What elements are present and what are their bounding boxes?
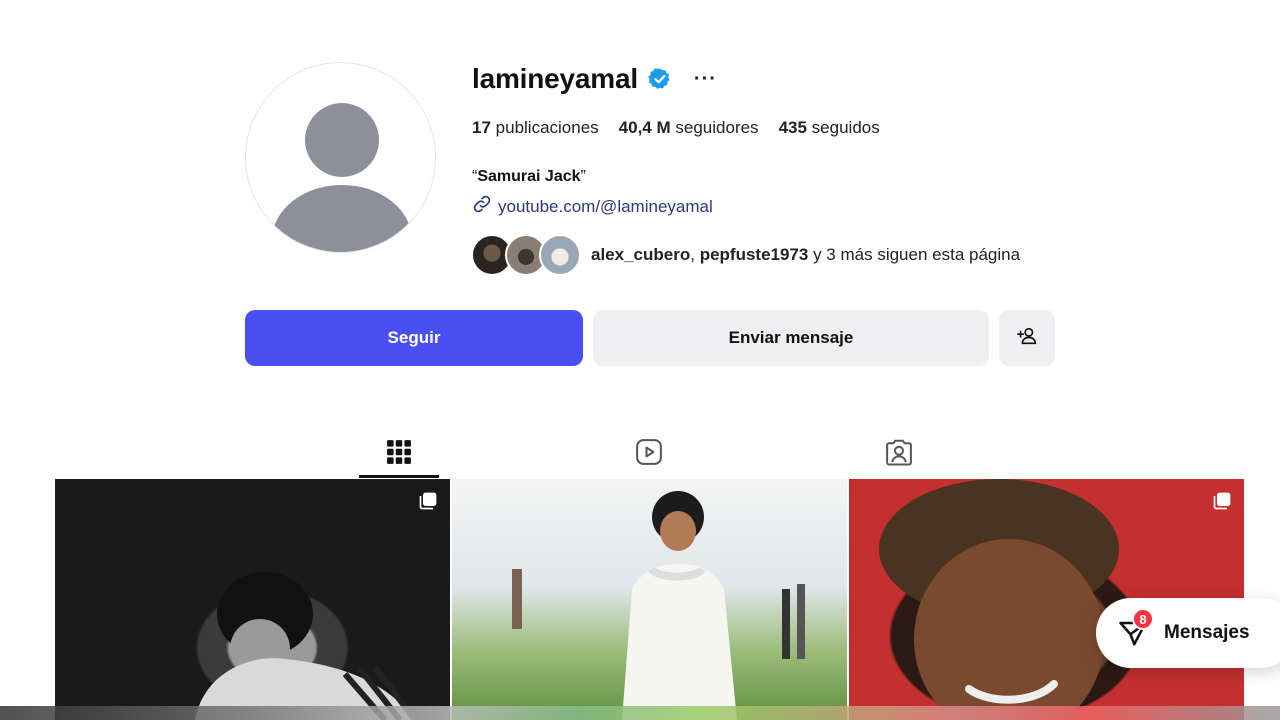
- followed-by-row[interactable]: alex_cubero, pepfuste1973 y 3 más siguen…: [471, 234, 1020, 276]
- messages-badge: 8: [1132, 608, 1154, 630]
- follower-avatar: [539, 234, 581, 276]
- profile-link[interactable]: youtube.com/@lamineyamal: [472, 194, 713, 219]
- profile-link-text: youtube.com/@lamineyamal: [498, 196, 713, 216]
- follower-name-1[interactable]: alex_cubero: [591, 245, 690, 264]
- send-message-button[interactable]: Enviar mensaje: [593, 310, 989, 366]
- follower-name-2[interactable]: pepfuste1973: [700, 245, 809, 264]
- reels-icon: [634, 437, 664, 472]
- tab-posts[interactable]: [359, 430, 439, 478]
- bio-quote-close: ”: [580, 168, 586, 185]
- messenger-icon: 8: [1118, 608, 1154, 648]
- username: lamineyamal: [472, 63, 638, 94]
- avatar-body: [272, 185, 412, 252]
- bottom-strip: [0, 706, 1280, 720]
- link-icon: [472, 194, 492, 219]
- messages-button[interactable]: 8 Mensajes: [1096, 598, 1280, 668]
- add-user-icon: [1016, 325, 1038, 352]
- verified-badge-icon: [648, 67, 672, 91]
- followed-by-separator: ,: [690, 245, 700, 264]
- follow-button[interactable]: Seguir: [245, 310, 583, 366]
- post-photo: [195, 572, 418, 720]
- posts-label: publicaciones: [495, 118, 599, 137]
- posts-grid: [55, 479, 1244, 720]
- avatar-head: [305, 103, 379, 177]
- profile-tabs: [359, 430, 939, 478]
- bio-name-text: Samurai Jack: [477, 168, 581, 185]
- tagged-icon: [884, 437, 914, 472]
- followers-stat[interactable]: 40,4 M seguidores: [619, 118, 759, 138]
- carousel-icon: [418, 491, 438, 511]
- followers-count: 40,4 M: [618, 118, 671, 137]
- followed-by-text: alex_cubero, pepfuste1973 y 3 más siguen…: [591, 245, 1020, 265]
- following-stat[interactable]: 435 seguidos: [779, 118, 880, 138]
- posts-stat: 17 publicaciones: [472, 118, 599, 138]
- profile-avatar[interactable]: [245, 62, 436, 253]
- tab-reels[interactable]: [609, 430, 689, 478]
- followers-label: seguidores: [675, 118, 759, 137]
- following-count: 435: [778, 118, 807, 137]
- post-thumbnail[interactable]: [452, 479, 847, 720]
- grid-icon: [386, 439, 412, 470]
- username-row: lamineyamal ···: [472, 60, 717, 98]
- following-label: seguidos: [811, 118, 880, 137]
- bio-name: “Samurai Jack”: [472, 168, 586, 186]
- suggest-user-button[interactable]: [999, 310, 1055, 366]
- posts-count: 17: [472, 118, 491, 137]
- more-options-button[interactable]: ···: [694, 68, 717, 91]
- tab-tagged[interactable]: [859, 430, 939, 478]
- post-photo: [512, 491, 805, 720]
- post-thumbnail[interactable]: [55, 479, 450, 720]
- messages-label: Mensajes: [1164, 622, 1250, 643]
- carousel-icon: [1212, 491, 1232, 511]
- followed-by-rest: y 3 más siguen esta página: [808, 245, 1021, 264]
- tab-active-indicator: [359, 475, 439, 478]
- profile-stats: 17 publicaciones 40,4 M seguidores 435 s…: [472, 118, 880, 138]
